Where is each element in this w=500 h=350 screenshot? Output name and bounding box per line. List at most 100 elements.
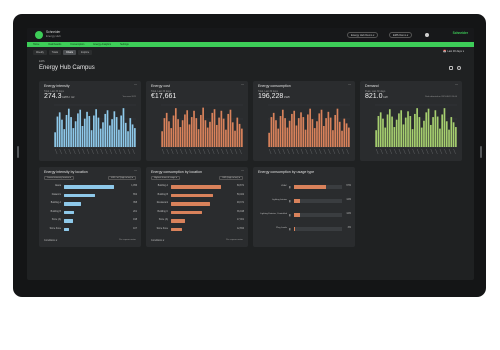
bar[interactable] bbox=[379, 112, 382, 147]
bar[interactable] bbox=[90, 130, 93, 147]
bar[interactable] bbox=[343, 118, 346, 147]
bar[interactable] bbox=[309, 108, 311, 147]
card-menu-icon[interactable]: ⋯ bbox=[455, 83, 458, 87]
bar[interactable] bbox=[65, 114, 68, 147]
bar[interactable] bbox=[104, 113, 107, 147]
bar[interactable] bbox=[277, 128, 280, 147]
bar[interactable] bbox=[124, 122, 127, 147]
bar[interactable] bbox=[113, 111, 116, 147]
bar[interactable] bbox=[127, 131, 129, 147]
location-filter-select[interactable]: Highest share of usage ▾ bbox=[151, 176, 180, 180]
bar-row-building-b[interactable]: Building B 201 bbox=[39, 210, 141, 216]
bar[interactable] bbox=[338, 121, 341, 147]
bar-row-store-zone[interactable]: Store Zone 107 bbox=[39, 227, 141, 233]
tab-totals[interactable]: Totals bbox=[48, 50, 62, 55]
bar[interactable] bbox=[106, 110, 109, 147]
usage-row-lighting-exterior-controlled[interactable]: Lighting Exterior, Controlled ▮ 12% bbox=[253, 212, 355, 218]
bar[interactable] bbox=[316, 121, 318, 147]
bar[interactable] bbox=[293, 110, 296, 147]
usage-row-lighting-interior[interactable]: Lighting Interior ▮ 12% bbox=[253, 198, 355, 204]
bar[interactable] bbox=[193, 110, 195, 147]
bar[interactable] bbox=[86, 111, 88, 147]
bar[interactable] bbox=[188, 124, 191, 147]
bar[interactable] bbox=[336, 108, 339, 147]
bar[interactable] bbox=[172, 115, 175, 148]
date-range-select[interactable]: 📅 Last 30 days ▾ bbox=[443, 50, 464, 53]
card-menu-icon[interactable]: ⋯ bbox=[241, 83, 244, 87]
bar[interactable] bbox=[81, 126, 84, 147]
bar[interactable] bbox=[400, 110, 403, 147]
bar[interactable] bbox=[238, 123, 241, 147]
bar[interactable] bbox=[209, 121, 211, 147]
bar[interactable] bbox=[441, 114, 444, 147]
bar[interactable] bbox=[300, 112, 302, 147]
card-menu-icon[interactable]: ⋯ bbox=[348, 83, 351, 87]
bar[interactable] bbox=[177, 119, 179, 147]
bar[interactable] bbox=[297, 118, 300, 147]
bar[interactable] bbox=[134, 128, 136, 147]
bar[interactable] bbox=[70, 117, 72, 147]
bar[interactable] bbox=[108, 125, 111, 147]
bar[interactable] bbox=[404, 117, 407, 147]
card-menu-icon[interactable]: ⋯ bbox=[241, 169, 244, 173]
bar[interactable] bbox=[225, 129, 227, 147]
bar[interactable] bbox=[163, 118, 166, 147]
bar[interactable] bbox=[411, 129, 414, 147]
bar[interactable] bbox=[204, 120, 207, 147]
bar[interactable] bbox=[414, 113, 416, 147]
bar-row-store-a-[interactable]: Store (A) 17,001 bbox=[146, 218, 248, 224]
bar[interactable] bbox=[281, 109, 284, 147]
bar-row-building-a[interactable]: Building A 60,871 bbox=[146, 184, 248, 190]
bar[interactable] bbox=[197, 129, 200, 147]
bar[interactable] bbox=[195, 118, 198, 147]
conditions-link[interactable]: Conditions ▾ bbox=[44, 239, 57, 242]
bar[interactable] bbox=[348, 127, 350, 147]
bar[interactable] bbox=[307, 114, 309, 147]
bar[interactable] bbox=[332, 130, 334, 147]
bar[interactable] bbox=[420, 127, 423, 147]
bar[interactable] bbox=[56, 116, 59, 147]
bar[interactable] bbox=[443, 108, 446, 147]
bar[interactable] bbox=[190, 117, 193, 147]
bar[interactable] bbox=[334, 114, 337, 147]
tab-charts[interactable]: Charts bbox=[63, 50, 77, 55]
bar[interactable] bbox=[423, 120, 425, 147]
bar[interactable] bbox=[213, 109, 216, 147]
bar[interactable] bbox=[215, 124, 218, 147]
bar[interactable] bbox=[58, 112, 61, 147]
bar[interactable] bbox=[95, 109, 97, 147]
bar[interactable] bbox=[179, 127, 182, 147]
bar-row-datacom[interactable]: Datacom 652 bbox=[39, 193, 141, 199]
bar[interactable] bbox=[327, 111, 330, 147]
bar[interactable] bbox=[67, 108, 70, 147]
bar[interactable] bbox=[111, 119, 113, 147]
bar[interactable] bbox=[211, 112, 214, 147]
view-select[interactable]: EMS Demo ▾ bbox=[389, 32, 413, 38]
menu-item-settings[interactable]: Settings bbox=[120, 43, 129, 46]
bar[interactable] bbox=[279, 116, 282, 147]
bar[interactable] bbox=[329, 117, 332, 147]
bar[interactable] bbox=[165, 112, 168, 147]
bar[interactable] bbox=[439, 128, 441, 147]
bar[interactable] bbox=[268, 132, 270, 147]
bar[interactable] bbox=[218, 117, 220, 147]
bar[interactable] bbox=[402, 124, 405, 147]
bar[interactable] bbox=[79, 109, 82, 147]
bar[interactable] bbox=[313, 128, 316, 147]
bar[interactable] bbox=[448, 129, 450, 147]
bar[interactable] bbox=[388, 109, 391, 147]
bar[interactable] bbox=[322, 126, 325, 147]
bar[interactable] bbox=[170, 128, 173, 147]
bar[interactable] bbox=[63, 129, 66, 147]
bar[interactable] bbox=[427, 108, 430, 147]
bar[interactable] bbox=[288, 120, 291, 147]
bar[interactable] bbox=[375, 130, 377, 147]
sort-select[interactable]: kWh (high to low) ▾ bbox=[219, 176, 243, 180]
bar[interactable] bbox=[93, 115, 95, 148]
bar[interactable] bbox=[429, 124, 432, 147]
bar[interactable] bbox=[200, 114, 202, 147]
card-menu-icon[interactable]: ⋯ bbox=[134, 169, 137, 173]
user-avatar-icon[interactable] bbox=[425, 33, 429, 37]
bar-row-store-a-[interactable]: Store (A) 198 bbox=[39, 218, 141, 224]
bar-row-building-a[interactable]: Building A 358 bbox=[39, 201, 141, 207]
